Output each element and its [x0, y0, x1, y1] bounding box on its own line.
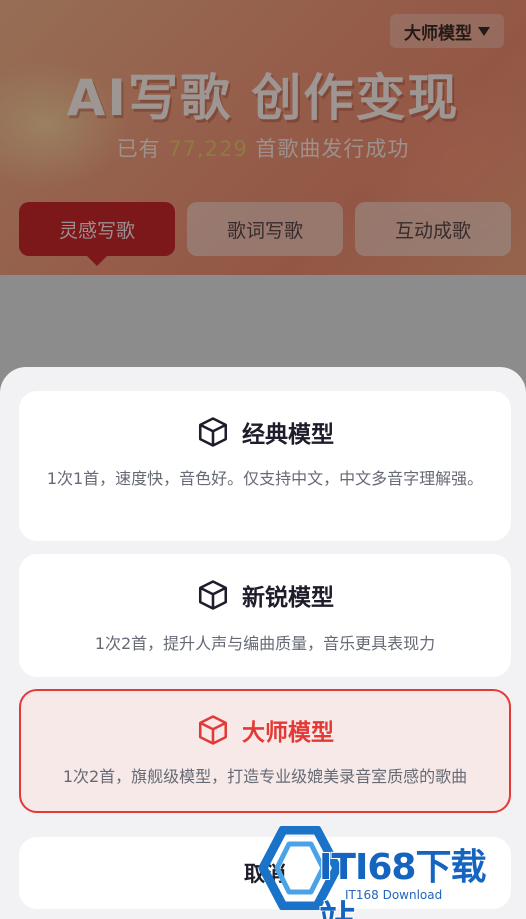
model-option-title: 新锐模型	[19, 578, 511, 612]
model-option-classic[interactable]: 经典模型 1次1首，速度快，音色好。仅支持中文，中文多音字理解强。	[19, 391, 511, 541]
model-option-desc: 1次1首，速度快，音色好。仅支持中文，中文多音字理解强。	[46, 469, 484, 488]
cube-icon	[198, 715, 228, 745]
model-option-name: 新锐模型	[242, 585, 334, 611]
model-option-name: 大师模型	[242, 720, 334, 746]
model-option-desc: 1次2首，提升人声与编曲质量，音乐更具表现力	[94, 634, 436, 653]
model-option-fresh[interactable]: 新锐模型 1次2首，提升人声与编曲质量，音乐更具表现力	[19, 554, 511, 677]
model-option-name: 经典模型	[242, 422, 334, 448]
cube-icon	[198, 417, 228, 447]
modal-overlay[interactable]	[0, 0, 526, 275]
model-option-title: 大师模型	[21, 713, 509, 747]
model-option-title: 经典模型	[19, 415, 511, 449]
watermark-brand: ITI68下载站	[318, 846, 487, 919]
model-option-desc: 1次2首，旗舰级模型，打造专业级媲美录音室质感的歌曲	[62, 767, 468, 786]
watermark-sub: IT168 Download	[345, 888, 443, 902]
model-option-master[interactable]: 大师模型 1次2首，旗舰级模型，打造专业级媲美录音室质感的歌曲	[19, 689, 511, 813]
cube-icon	[198, 580, 228, 610]
watermark: ITI68下载站 IT168 Download	[255, 826, 520, 919]
